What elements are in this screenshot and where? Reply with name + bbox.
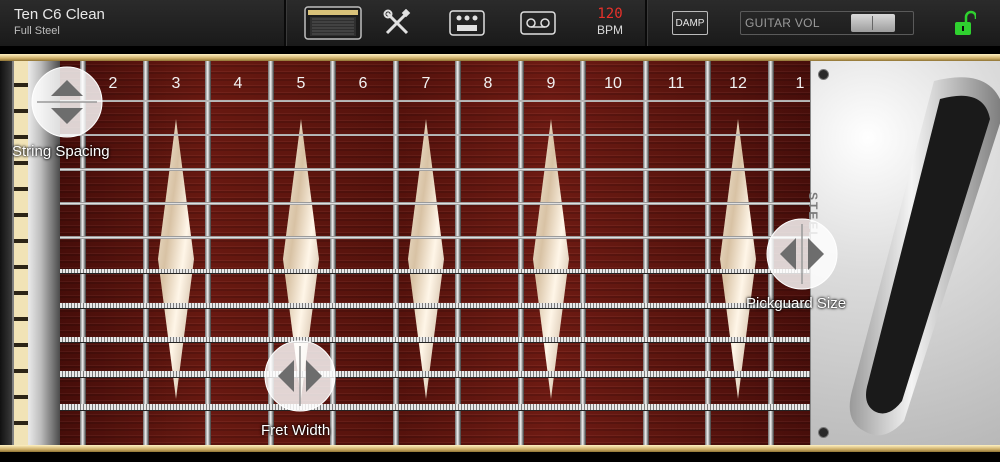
string-3[interactable] — [60, 168, 810, 171]
bpm-value: 120 — [597, 6, 623, 22]
pedals-icon[interactable] — [448, 8, 486, 38]
preset-subtitle: Full Steel — [14, 25, 60, 37]
pickup — [849, 77, 1000, 436]
guitar-volume-control[interactable]: GUITAR VOL — [740, 11, 914, 35]
damp-button[interactable]: DAMP — [672, 11, 708, 35]
fret — [643, 61, 649, 445]
fret — [705, 61, 711, 445]
fret-number: 6 — [358, 75, 368, 92]
string-10[interactable] — [60, 404, 810, 410]
fret-number: 4 — [233, 75, 243, 92]
fret — [518, 61, 524, 445]
fret-number: 10 — [604, 75, 622, 92]
fret — [580, 61, 586, 445]
fret — [455, 61, 461, 445]
fret-number: 8 — [483, 75, 493, 92]
fret-inlay-9 — [533, 119, 569, 399]
fret — [205, 61, 211, 445]
guitar-volume-label: GUITAR VOL — [745, 16, 820, 30]
nut-markers — [14, 61, 28, 445]
guitar-neck[interactable]: 2 3 4 5 6 7 8 9 10 11 12 1 STEEL — [0, 47, 1000, 462]
fret — [143, 61, 149, 445]
neck-binding-bottom — [0, 445, 1000, 452]
string-7[interactable] — [60, 303, 810, 308]
string-9[interactable] — [60, 371, 810, 377]
string-5[interactable] — [60, 236, 810, 239]
screw-icon — [818, 427, 829, 438]
string-6[interactable] — [60, 269, 810, 273]
fret-width-label: Fret Width — [261, 422, 331, 439]
fret-inlay-12 — [720, 119, 756, 399]
string-8[interactable] — [60, 337, 810, 342]
lock-icon[interactable] — [954, 10, 978, 36]
string-2[interactable] — [60, 134, 810, 136]
fret-width-control[interactable] — [264, 340, 336, 412]
tape-icon[interactable] — [520, 8, 556, 38]
pickguard-size-label: Pickguard Size — [746, 295, 847, 312]
pickguard-size-control[interactable] — [766, 218, 838, 290]
string-1[interactable] — [60, 100, 810, 102]
fret-number: 12 — [729, 75, 747, 92]
neck-binding-top — [0, 54, 1000, 61]
string-spacing-control[interactable] — [31, 66, 103, 138]
fret-inlay-3 — [158, 119, 194, 399]
toolbar-divider — [284, 0, 287, 46]
fret-number: 7 — [421, 75, 431, 92]
bpm-display[interactable]: 120 BPM — [590, 6, 630, 38]
toolbar-divider — [645, 0, 648, 46]
preset-name: Ten C6 Clean — [14, 6, 105, 23]
fret-number: 3 — [171, 75, 181, 92]
bpm-label: BPM — [596, 23, 623, 37]
fret — [393, 61, 399, 445]
fret-inlay-7 — [408, 119, 444, 399]
tools-icon[interactable] — [382, 8, 412, 38]
fret-number: 5 — [296, 75, 306, 92]
top-toolbar: Ten C6 Clean Full Steel 120 BPM DAMP GUI… — [0, 0, 1000, 47]
preset-selector[interactable]: Ten C6 Clean Full Steel — [14, 6, 105, 38]
string-4[interactable] — [60, 202, 810, 205]
amp-icon[interactable] — [304, 6, 362, 40]
guitar-volume-slider-thumb[interactable] — [851, 14, 895, 32]
string-spacing-label: String Spacing — [12, 143, 110, 160]
fret-number: 9 — [546, 75, 556, 92]
screw-icon — [818, 69, 829, 80]
neck-edge — [0, 61, 12, 445]
fret-number: 11 — [667, 75, 685, 92]
